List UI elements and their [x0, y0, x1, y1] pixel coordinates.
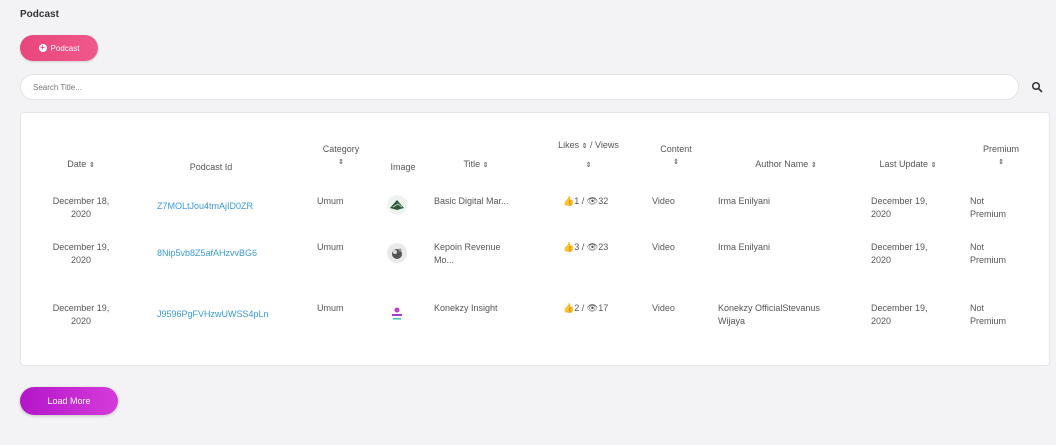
row-content: Video	[652, 303, 675, 313]
row-category: Umum	[317, 242, 344, 252]
header-podcast-id: Podcast Id	[189, 162, 233, 172]
sort-icon[interactable]: ⇕	[89, 162, 95, 169]
thumbs-up-icon: 👍	[563, 242, 575, 252]
podcast-id-link[interactable]: 8Nip5vb8Z5afAHzvvBG6	[157, 247, 257, 260]
podcast-thumbnail	[387, 195, 407, 215]
podcast-thumbnail	[387, 243, 407, 263]
thumbs-up-icon: 👍	[563, 196, 575, 206]
sort-icon[interactable]: ⇕	[966, 156, 1036, 169]
eye-icon: 👁	[586, 303, 599, 313]
row-author: Irma Enilyani	[718, 242, 771, 252]
thumbs-up-icon: 👍	[563, 303, 575, 313]
plus-circle-icon: +	[38, 43, 47, 52]
row-likes-views: 👍3 / 👁23	[563, 242, 609, 252]
row-title: Kepoin Revenue Mo...	[434, 242, 501, 265]
row-date: December 19, 2020	[52, 303, 110, 326]
eye-icon: 👁	[586, 242, 599, 252]
header-date[interactable]: Date ⇕	[51, 158, 111, 172]
search-input[interactable]	[20, 74, 1019, 100]
header-last-update[interactable]: Last Update ⇕	[863, 158, 953, 172]
row-date: December 18, 2020	[52, 196, 110, 219]
row-date: December 19, 2020	[52, 242, 110, 265]
sort-icon[interactable]: ⇕	[483, 162, 489, 169]
sort-icon[interactable]: ⇕	[541, 159, 636, 172]
sort-icon[interactable]: ⇕	[931, 162, 937, 169]
podcast-id-link[interactable]: Z7MOLtJou4tmAjID0ZR	[157, 200, 253, 213]
sort-icon[interactable]: ⇕	[582, 143, 588, 150]
load-more-button[interactable]: Load More	[20, 387, 118, 415]
header-content[interactable]: Content ⇕	[646, 143, 706, 169]
header-premium[interactable]: Premium ⇕	[966, 143, 1036, 169]
header-image: Image	[390, 162, 416, 172]
row-content: Video	[652, 242, 675, 252]
sort-icon[interactable]: ⇕	[646, 156, 706, 169]
row-title: Konekzy Insight	[434, 303, 498, 313]
page-title: Podcast	[20, 9, 59, 20]
podcast-thumbnail	[387, 304, 407, 324]
header-likes-views[interactable]: Likes ⇕ / Views ⇕	[541, 139, 636, 172]
header-author-name[interactable]: Author Name ⇕	[731, 158, 841, 172]
add-podcast-button[interactable]: + Podcast	[20, 35, 98, 61]
row-premium: Not Premium	[970, 303, 1007, 326]
row-author: Irma Enilyani	[718, 196, 771, 206]
row-last-update: December 19, 2020	[871, 242, 928, 265]
row-premium: Not Premium	[970, 242, 1007, 265]
row-author: Konekzy OfficialStevanus Wijaya	[718, 303, 820, 326]
search-bar	[20, 74, 1019, 100]
eye-icon: 👁	[586, 196, 599, 206]
row-last-update: December 19, 2020	[871, 196, 928, 219]
add-podcast-label: Podcast	[50, 43, 80, 53]
row-category: Umum	[317, 303, 344, 313]
podcast-id-link[interactable]: J9596PgFVHzwUWSS4pLn	[157, 308, 269, 321]
search-icon[interactable]	[1031, 81, 1043, 93]
row-premium: Not Premium	[970, 196, 1007, 219]
sort-icon[interactable]: ⇕	[811, 162, 817, 169]
header-title[interactable]: Title ⇕	[446, 158, 506, 172]
sort-icon[interactable]: ⇕	[311, 156, 371, 169]
row-title: Basic Digital Mar...	[434, 196, 509, 206]
row-last-update: December 19, 2020	[871, 303, 928, 326]
row-likes-views: 👍2 / 👁17	[563, 303, 609, 313]
header-category[interactable]: Category ⇕	[311, 143, 371, 169]
row-category: Umum	[317, 196, 344, 206]
row-likes-views: 👍1 / 👁32	[563, 196, 609, 206]
podcast-table: Date ⇕ Podcast Id Category ⇕ Image Title…	[20, 112, 1050, 366]
row-content: Video	[652, 196, 675, 206]
